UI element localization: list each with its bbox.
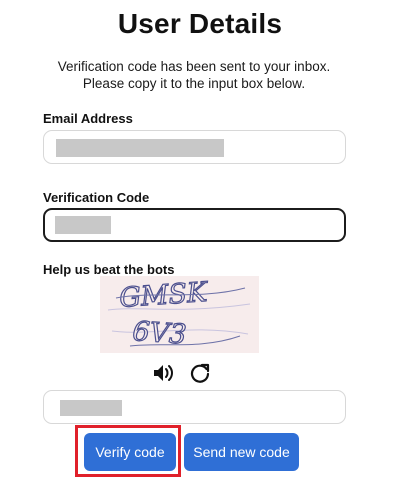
captcha-label: Help us beat the bots bbox=[43, 262, 175, 277]
page-title: User Details bbox=[117, 8, 283, 39]
verify-code-button[interactable]: Verify code bbox=[84, 433, 176, 471]
speaker-icon[interactable] bbox=[152, 362, 174, 384]
redacted-captcha-answer bbox=[60, 400, 122, 416]
captcha-graphic: GMSK 6V3 bbox=[100, 276, 259, 353]
redacted-code-value bbox=[55, 216, 111, 234]
email-field[interactable] bbox=[43, 130, 346, 164]
captcha-answer-field[interactable] bbox=[43, 390, 346, 424]
captcha-image: GMSK 6V3 bbox=[100, 276, 259, 353]
verification-code-field[interactable] bbox=[43, 208, 346, 242]
email-label: Email Address bbox=[43, 111, 133, 126]
verification-code-label: Verification Code bbox=[43, 190, 150, 205]
send-new-code-button[interactable]: Send new code bbox=[184, 433, 299, 471]
redacted-email-value bbox=[56, 139, 224, 157]
intro-text: Verification code has been sent to your … bbox=[57, 59, 331, 91]
refresh-icon[interactable] bbox=[189, 362, 211, 384]
